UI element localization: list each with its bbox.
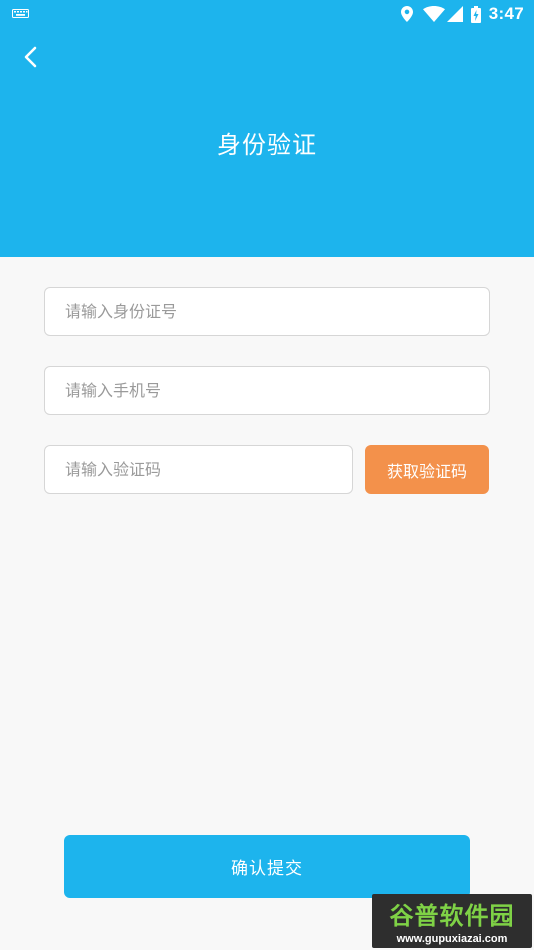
battery-icon bbox=[470, 5, 481, 23]
verification-code-field[interactable] bbox=[44, 445, 353, 494]
watermark-logo: 谷普软件园 www.gupuxiazai.com bbox=[372, 894, 532, 948]
status-icons: 3:47 bbox=[400, 4, 524, 24]
verification-code-input[interactable] bbox=[45, 446, 352, 493]
get-code-button[interactable]: 获取验证码 bbox=[365, 445, 489, 494]
status-time: 3:47 bbox=[488, 4, 524, 23]
id-number-input[interactable] bbox=[45, 288, 489, 335]
watermark-name: 谷普软件园 bbox=[389, 902, 515, 930]
phone-field[interactable] bbox=[44, 366, 490, 415]
location-icon bbox=[400, 6, 413, 22]
page-title: 身份验证 bbox=[217, 131, 317, 159]
phone-input[interactable] bbox=[45, 367, 489, 414]
id-number-field[interactable] bbox=[44, 287, 490, 336]
back-arrow-icon[interactable] bbox=[18, 44, 44, 70]
signal-icon bbox=[446, 6, 463, 22]
wifi-icon bbox=[422, 6, 445, 22]
status-bar: 3:47 bbox=[0, 0, 534, 28]
header: 3:47 身份验证 bbox=[0, 0, 534, 257]
submit-button[interactable]: 确认提交 bbox=[64, 835, 470, 898]
keyboard-icon bbox=[12, 9, 29, 18]
watermark-url: www.gupuxiazai.com bbox=[396, 933, 508, 945]
